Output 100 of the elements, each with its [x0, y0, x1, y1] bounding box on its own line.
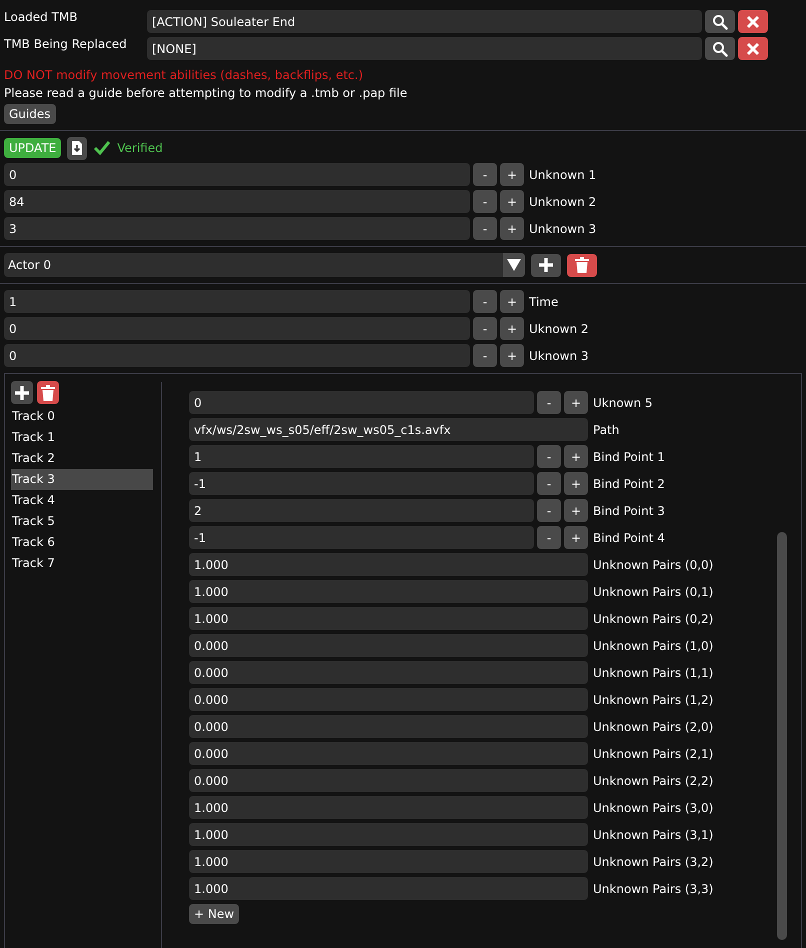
number-field[interactable]: -1	[189, 472, 534, 495]
field-label: Time	[529, 294, 558, 308]
field-label: TMB Being Replaced	[4, 37, 128, 51]
decrement-button[interactable]: -	[473, 190, 497, 213]
field-label: Unknown Pairs (0,1)	[593, 584, 714, 598]
decrement-button[interactable]: -	[537, 499, 561, 522]
text-field[interactable]: 1.000	[189, 823, 588, 846]
decrement-button[interactable]: -	[473, 163, 497, 186]
field-label: Unknown 2	[529, 194, 596, 208]
add-button[interactable]	[11, 381, 33, 404]
text-field[interactable]: 1.000	[189, 607, 588, 630]
track-item[interactable]: Track 4	[11, 490, 153, 511]
close-icon	[746, 14, 760, 28]
decrement-button[interactable]: -	[537, 445, 561, 468]
increment-button[interactable]: +	[500, 290, 524, 313]
field-label: Unknown 1	[529, 168, 596, 182]
warning-text: DO NOT modify movement abilities (dashes, backflips, etc.)	[4, 68, 364, 82]
number-field[interactable]: 84	[4, 190, 470, 213]
increment-button[interactable]: +	[564, 499, 588, 522]
delete-button[interactable]	[567, 254, 597, 276]
search-icon	[712, 40, 728, 56]
track-item[interactable]: Track 6	[11, 532, 153, 553]
increment-button[interactable]: +	[564, 391, 588, 414]
decrement-button[interactable]: -	[537, 526, 561, 549]
number-field[interactable]: 1	[189, 445, 534, 468]
search-button[interactable]	[705, 10, 735, 33]
track-item[interactable]: Track 1	[11, 427, 153, 448]
field-label: Unknown Pairs (0,0)	[593, 558, 714, 572]
number-field[interactable]: 2	[189, 499, 534, 522]
number-field[interactable]: 0	[189, 391, 534, 414]
text-field[interactable]: 1.000	[189, 580, 588, 603]
track-item[interactable]: Track 3	[11, 469, 153, 490]
track-item[interactable]: Track 7	[11, 553, 153, 574]
close-icon	[746, 42, 760, 56]
field-label: Path	[593, 422, 620, 436]
decrement-button[interactable]: -	[473, 317, 497, 340]
text-field[interactable]: 0.000	[189, 742, 588, 765]
track-item[interactable]: Track 0	[11, 406, 153, 427]
delete-button[interactable]	[37, 381, 59, 404]
search-icon	[712, 14, 728, 30]
trash-icon	[41, 384, 55, 400]
field-label: Unknown Pairs (1,2)	[593, 692, 714, 706]
increment-button[interactable]: +	[564, 472, 588, 495]
text-field[interactable]: 1.000	[189, 850, 588, 873]
number-field[interactable]: 0	[4, 317, 470, 340]
increment-button[interactable]: +	[500, 217, 524, 240]
new-button[interactable]: + New	[189, 904, 240, 924]
field-label: Unknown Pairs (3,2)	[593, 854, 714, 868]
text-field[interactable]: 1.000	[189, 796, 588, 819]
increment-button[interactable]: +	[500, 344, 524, 367]
track-item[interactable]: Track 2	[11, 448, 153, 469]
status-text: Verified	[117, 141, 163, 155]
close-button[interactable]	[738, 10, 768, 33]
file-field[interactable]: [NONE]	[147, 37, 702, 60]
increment-button[interactable]: +	[500, 163, 524, 186]
export-button[interactable]	[67, 136, 88, 160]
increment-button[interactable]: +	[564, 445, 588, 468]
decrement-button[interactable]: -	[537, 391, 561, 414]
search-button[interactable]	[705, 37, 735, 60]
text-field[interactable]: 0.000	[189, 661, 588, 684]
field-label: Uknown 5	[593, 396, 653, 410]
actor-dropdown[interactable]: Actor 0	[4, 253, 525, 277]
decrement-button[interactable]: -	[473, 290, 497, 313]
increment-button[interactable]: +	[500, 190, 524, 213]
field-label: Unknown Pairs (1,1)	[593, 666, 714, 680]
track-item[interactable]: Track 5	[11, 511, 153, 532]
text-field[interactable]: 0.000	[189, 634, 588, 657]
decrement-button[interactable]: -	[473, 217, 497, 240]
field-label: Unknown Pairs (0,2)	[593, 612, 714, 626]
increment-button[interactable]: +	[500, 317, 524, 340]
file-field[interactable]: [ACTION] Souleater End	[147, 10, 702, 33]
scrollbar[interactable]	[777, 532, 787, 940]
number-field[interactable]: 0	[4, 344, 470, 367]
decrement-button[interactable]: -	[473, 344, 497, 367]
number-field[interactable]: 3	[4, 217, 470, 240]
number-field[interactable]: -1	[189, 526, 534, 549]
guides-button[interactable]: Guides	[4, 104, 56, 124]
field-label: Unknown Pairs (3,0)	[593, 800, 714, 814]
field-label: Unknown Pairs (2,1)	[593, 746, 714, 760]
close-button[interactable]	[738, 37, 768, 60]
text-field[interactable]: 0.000	[189, 715, 588, 738]
field-label: Unknown 3	[529, 222, 596, 236]
number-field[interactable]: 0	[4, 163, 470, 186]
text-field[interactable]: 1.000	[189, 553, 588, 576]
guide-text: Please read a guide before attempting to modify a .tmb or .pap file	[4, 86, 408, 100]
trash-icon	[575, 257, 589, 273]
checkmark-icon	[93, 140, 112, 156]
text-field[interactable]: 1.000	[189, 877, 588, 900]
dropdown-arrow-icon	[507, 259, 521, 271]
text-field[interactable]: 0.000	[189, 688, 588, 711]
decrement-button[interactable]: -	[537, 472, 561, 495]
field-label: Unknown Pairs (1,0)	[593, 638, 714, 652]
text-field[interactable]: vfx/ws/2sw_ws_s05/eff/2sw_ws05_c1s.avfx	[189, 418, 588, 441]
increment-button[interactable]: +	[564, 526, 588, 549]
file-download-icon	[71, 140, 84, 156]
number-field[interactable]: 1	[4, 290, 470, 313]
text-field[interactable]: 0.000	[189, 769, 588, 792]
field-label: Bind Point 3	[593, 504, 665, 518]
field-label: Unknown Pairs (2,0)	[593, 720, 714, 734]
add-button[interactable]	[531, 254, 561, 276]
